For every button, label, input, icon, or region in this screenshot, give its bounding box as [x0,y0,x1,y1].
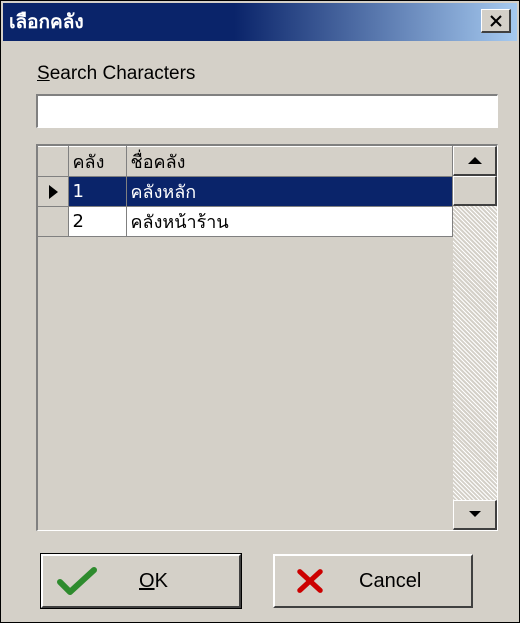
arrow-down-icon [468,511,481,517]
cancel-label: Cancel [359,570,422,592]
row-indicator-cell [38,176,69,207]
x-icon [297,569,323,593]
ok-label-text: K [154,570,168,592]
row-indicator-cell [38,206,69,237]
close-icon [489,14,502,27]
scroll-down-button[interactable] [453,500,497,530]
ok-label-accel: O [139,570,155,592]
table-row[interactable]: 1 คลังหลัก [38,176,453,207]
ok-label: OK [139,570,168,593]
scroll-thumb[interactable] [453,176,497,206]
cell-code[interactable]: 2 [68,206,127,237]
current-row-arrow-icon [48,184,58,199]
arrow-up-icon [467,156,482,164]
search-label-accel: S [37,63,50,84]
ok-button[interactable]: OK [40,553,242,609]
warehouse-select-dialog: เลือกคลัง Search Characters คลัง ชื่อคลั… [0,0,520,623]
cell-name[interactable]: คลังหน้าร้าน [126,206,453,237]
title-bar[interactable]: เลือกคลัง [3,3,517,41]
search-label: Search Characters [37,63,195,85]
search-label-text: earch Characters [49,63,196,84]
column-header-code[interactable]: คลัง [68,146,127,177]
column-header-name[interactable]: ชื่อคลัง [126,146,453,177]
table-row[interactable]: 2 คลังหน้าร้าน [38,206,453,237]
vertical-scrollbar[interactable] [453,146,497,530]
checkmark-icon [57,567,97,595]
grid-header-row: คลัง ชื่อคลัง [38,146,453,177]
grid-table: คลัง ชื่อคลัง 1 คลังหลัก 2 คลังหน้าร้าน [38,146,453,237]
scroll-up-button[interactable] [453,146,497,176]
dialog-title: เลือกคลัง [9,11,84,33]
cell-code[interactable]: 1 [68,176,127,207]
cancel-button[interactable]: Cancel [273,554,473,608]
header-indicator-cell [38,146,69,177]
warehouse-grid: คลัง ชื่อคลัง 1 คลังหลัก 2 คลังหน้าร้าน [36,144,498,531]
close-button[interactable] [481,9,511,33]
cell-name[interactable]: คลังหลัก [126,176,453,207]
search-input[interactable] [36,94,498,128]
